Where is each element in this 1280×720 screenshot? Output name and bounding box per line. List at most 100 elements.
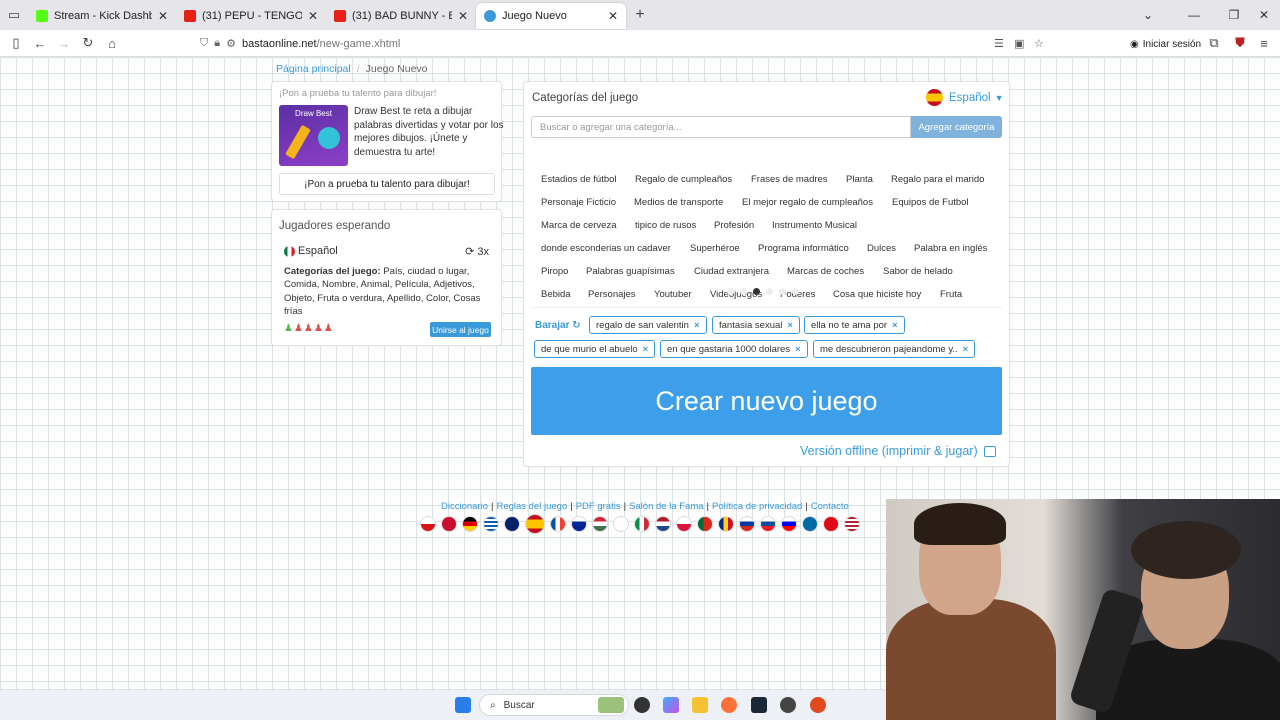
- tab-kick[interactable]: Stream - Kick Dashboard ✕: [28, 3, 176, 29]
- remove-icon[interactable]: ×: [694, 320, 700, 331]
- footer-link-privacy[interactable]: Política de privacidad: [712, 501, 802, 512]
- category-suggestion[interactable]: Palabras guapísimas: [586, 266, 675, 277]
- close-window-button[interactable]: ✕: [1244, 0, 1280, 30]
- carousel-dot[interactable]: [740, 288, 747, 295]
- remove-icon[interactable]: ×: [892, 320, 898, 331]
- file-explorer-icon[interactable]: [692, 697, 708, 713]
- denmark-flag-icon[interactable]: [441, 516, 457, 532]
- category-suggestion[interactable]: donde esconderias un cadaver: [541, 243, 671, 254]
- join-game-button[interactable]: Unirse al juego: [430, 322, 491, 337]
- tab-list-icon[interactable]: ▭: [0, 0, 28, 30]
- steam-icon[interactable]: [751, 697, 767, 713]
- category-suggestion[interactable]: Planta: [846, 174, 873, 185]
- category-suggestion[interactable]: Ciudad extranjera: [694, 266, 769, 277]
- germany-flag-icon[interactable]: [462, 516, 478, 532]
- spain-flag-icon[interactable]: [525, 514, 545, 534]
- back-button[interactable]: ←: [28, 31, 52, 55]
- app-icon[interactable]: [780, 697, 796, 713]
- carousel-dot[interactable]: [766, 288, 773, 295]
- language-selector[interactable]: Español ▼: [926, 89, 1003, 106]
- footer-link-hall-of-fame[interactable]: Salón de la Fama: [629, 501, 703, 512]
- chevron-down-icon[interactable]: ⌄: [1128, 0, 1168, 30]
- create-game-button[interactable]: Crear nuevo juego: [531, 367, 1002, 435]
- slovakia-flag-icon[interactable]: [760, 516, 776, 532]
- minimize-button[interactable]: —: [1174, 0, 1214, 30]
- reader-icon[interactable]: ☰: [994, 37, 1004, 50]
- category-suggestion[interactable]: Instrumento Musical: [772, 220, 857, 231]
- category-suggestion[interactable]: Regalo para el marido: [891, 174, 984, 185]
- remove-icon[interactable]: ×: [787, 320, 793, 331]
- new-tab-button[interactable]: +: [626, 6, 654, 24]
- close-icon[interactable]: ✕: [458, 9, 468, 23]
- breadcrumb-home-link[interactable]: Página principal: [276, 63, 351, 75]
- tab-juego-nuevo[interactable]: Juego Nuevo ✕: [476, 3, 626, 29]
- app-icon[interactable]: [634, 697, 650, 713]
- category-suggestion[interactable]: Profesión: [714, 220, 754, 231]
- slovenia-flag-icon[interactable]: [781, 516, 797, 532]
- uk-flag-icon[interactable]: [504, 516, 520, 532]
- menu-icon[interactable]: ≡: [1252, 31, 1276, 55]
- russia-flag-icon[interactable]: [739, 516, 755, 532]
- remove-icon[interactable]: ×: [643, 344, 649, 355]
- france-flag-icon[interactable]: [550, 516, 566, 532]
- category-suggestion[interactable]: Personaje Ficticio: [541, 197, 616, 208]
- sidebar-icon[interactable]: ▯: [4, 31, 28, 55]
- offline-version-link[interactable]: Versión offline (imprimir & jugar): [800, 444, 996, 458]
- turkey-flag-icon[interactable]: [823, 516, 839, 532]
- app-icon[interactable]: [810, 697, 826, 713]
- category-suggestion[interactable]: El mejor regalo de cumpleaños: [742, 197, 873, 208]
- footer-link-pdf[interactable]: PDF gratis: [576, 501, 621, 512]
- footer-link-dictionary[interactable]: Diccionario: [441, 501, 488, 512]
- category-suggestion[interactable]: Fruta: [940, 289, 962, 300]
- tab-youtube-2[interactable]: (31) BAD BUNNY - BOOKER T (V ✕: [326, 3, 476, 29]
- url-bar[interactable]: ⛉ 🔒︎ ⚙︎ bastaonline.net/new-game.xhtml ☰…: [200, 33, 1050, 54]
- carousel-dot[interactable]: [779, 288, 786, 295]
- carousel-dot[interactable]: [727, 288, 734, 295]
- category-search-input[interactable]: Buscar o agregar una categoría...: [531, 116, 911, 138]
- screenshot-icon[interactable]: ▣: [1014, 37, 1024, 50]
- carousel-dot[interactable]: [792, 288, 799, 295]
- reload-button[interactable]: ↻: [76, 31, 100, 55]
- category-suggestion[interactable]: Youtuber: [654, 289, 692, 300]
- category-suggestion[interactable]: Estadios de fútbol: [541, 174, 617, 185]
- remove-icon[interactable]: ×: [795, 344, 801, 355]
- category-suggestion[interactable]: Palabra en inglés: [914, 243, 987, 254]
- category-suggestion[interactable]: Equipos de Futbol: [892, 197, 969, 208]
- hungary-flag-icon[interactable]: [592, 516, 608, 532]
- category-suggestion[interactable]: Frases de madres: [751, 174, 828, 185]
- footer-link-rules[interactable]: Reglas del juego: [496, 501, 567, 512]
- close-icon[interactable]: ✕: [158, 9, 168, 23]
- promo-button[interactable]: ¡Pon a prueba tu talento para dibujar!: [279, 173, 495, 195]
- category-suggestion[interactable]: Programa informático: [758, 243, 849, 254]
- signin-button[interactable]: ◉ Iniciar sesión: [1130, 34, 1201, 54]
- add-category-button[interactable]: Agregar categoría: [911, 116, 1002, 138]
- category-suggestion[interactable]: Piropo: [541, 266, 568, 277]
- draw-best-image[interactable]: Draw Best: [279, 105, 348, 166]
- italy-flag-icon[interactable]: [634, 516, 650, 532]
- firefox-icon[interactable]: [721, 697, 737, 713]
- portugal-flag-icon[interactable]: [697, 516, 713, 532]
- close-icon[interactable]: ✕: [608, 9, 618, 23]
- close-icon[interactable]: ✕: [308, 9, 318, 23]
- category-suggestion[interactable]: Dulces: [867, 243, 896, 254]
- tab-youtube-1[interactable]: (31) PEPU - TENGO UN FEELING ✕: [176, 3, 326, 29]
- ublock-icon[interactable]: ⛊: [1228, 31, 1252, 55]
- category-suggestion[interactable]: Regalo de cumpleaños: [635, 174, 732, 185]
- forward-button[interactable]: →: [52, 31, 76, 55]
- indonesia-flag-icon[interactable]: [613, 516, 629, 532]
- usa-flag-icon[interactable]: [844, 516, 860, 532]
- netherlands-flag-icon[interactable]: [655, 516, 671, 532]
- category-suggestion[interactable]: Superhéroe: [690, 243, 740, 254]
- greece-flag-icon[interactable]: [483, 516, 499, 532]
- category-suggestion[interactable]: Marcas de coches: [787, 266, 864, 277]
- copilot-icon[interactable]: [663, 697, 679, 713]
- croatia-flag-icon[interactable]: [571, 516, 587, 532]
- sweden-flag-icon[interactable]: [802, 516, 818, 532]
- home-button[interactable]: ⌂: [100, 31, 124, 55]
- windows-start-icon[interactable]: [455, 697, 471, 713]
- category-suggestion[interactable]: Bebida: [541, 289, 571, 300]
- widgets-icon[interactable]: [598, 697, 624, 713]
- category-suggestion[interactable]: Personajes: [588, 289, 636, 300]
- category-suggestion[interactable]: Sabor de helado: [883, 266, 953, 277]
- footer-link-contact[interactable]: Contacto: [811, 501, 849, 512]
